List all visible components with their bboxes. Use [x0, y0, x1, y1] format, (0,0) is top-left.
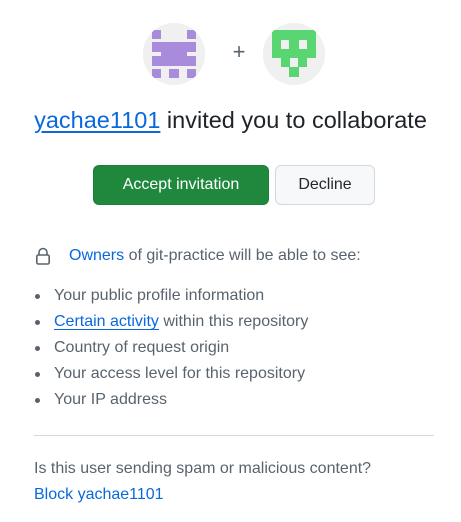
list-item-text: Your IP address [54, 391, 167, 408]
plus-sign: + [232, 39, 246, 64]
repo-avatar[interactable] [263, 23, 325, 85]
owners-link[interactable]: Owners [69, 247, 124, 264]
block-user-link[interactable]: Block yachae1101 [34, 483, 164, 507]
list-item-text: Your public profile information [54, 287, 265, 304]
permissions-list: Your public profile information Certain … [0, 283, 308, 413]
list-item: Your IP address [0, 387, 308, 413]
headline-text: invited you to collaborate [160, 107, 427, 133]
divider [34, 435, 434, 436]
certain-activity-link[interactable]: Certain activity [54, 313, 159, 330]
list-item-text: within this repository [158, 313, 309, 330]
avatars-row: + [0, 23, 461, 85]
bullet-icon [35, 372, 40, 377]
bullet-icon [35, 346, 40, 351]
permissions-intro-rest: of git-practice will be able to see: [124, 247, 361, 264]
decline-button[interactable]: Decline [275, 165, 375, 205]
permissions-intro-text: Owners of git-practice will be able to s… [69, 244, 361, 268]
inviter-avatar[interactable] [143, 23, 205, 85]
bullet-icon [35, 320, 40, 325]
inviter-identicon-icon [143, 23, 205, 85]
list-item: Country of request origin [0, 335, 308, 361]
spam-question: Is this user sending spam or malicious c… [34, 460, 372, 477]
bullet-icon [35, 398, 40, 403]
accept-invitation-button[interactable]: Accept invitation [93, 165, 269, 205]
bullet-icon [35, 294, 40, 299]
repo-identicon-icon [263, 23, 325, 85]
list-item: Your access level for this repository [0, 361, 308, 387]
invite-headline: yachae1101 invited you to collaborate [0, 104, 461, 136]
list-item: Your public profile information [0, 283, 308, 309]
list-item-text: Your access level for this repository [54, 365, 306, 382]
list-item: Certain activity within this repository [0, 309, 308, 335]
lock-icon [35, 247, 50, 265]
inviter-profile-link[interactable]: yachae1101 [34, 107, 160, 133]
list-item-text: Country of request origin [54, 339, 230, 356]
